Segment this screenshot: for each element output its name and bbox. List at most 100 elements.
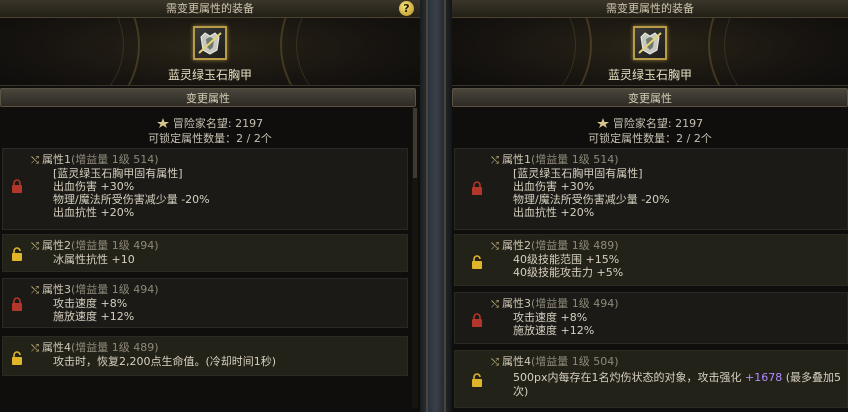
lockable-count: 可锁定属性数量：2 / 2个 [452,130,848,146]
attribute-lines: 500px内每存在1名灼伤状态的对象，攻击强化 +1678 (最多叠加5 次) [513,371,841,399]
attribute-lines: 冰属性抗性 +10 [53,253,135,266]
scrollbar[interactable] [412,108,418,408]
lockable-value: 2 / 2个 [236,132,272,145]
attribute-line: 次) [513,385,529,398]
lock-closed-icon[interactable] [471,313,483,327]
attribute-name: 属性4 [502,355,531,368]
fame-value: : 2197 [227,117,264,130]
shuffle-icon: ⤭ [491,357,499,368]
attribute-text: 500px内每存在1名灼伤状态的对象，攻击强化 [513,371,745,384]
attribute-lines: [蓝灵绿玉石胸甲固有属性] 出血伤害 +30% 物理/魔法所受伤害减少量 -20… [53,167,210,219]
attribute-line: 出血抗性 +20% [53,206,135,219]
change-attributes-header: 变更属性 [452,88,848,107]
shuffle-icon: ⤭ [31,343,39,354]
attribute-gain: (增益量 1级 504) [531,355,619,368]
lockable-label: 可锁定属性数量： [588,132,677,145]
chest-armor-icon[interactable] [633,26,667,60]
help-button[interactable]: ? [399,1,414,16]
attribute-line: 冰属性抗性 +10 [53,253,135,266]
fame-value: : 2197 [667,117,704,130]
equipment-area: 需变更属性的装备 ? 蓝灵绿玉石胸甲 [0,0,420,86]
lock-closed-icon[interactable] [11,179,23,193]
attribute-header: ⤭ 属性3(增益量 1级 494) [491,295,619,311]
attribute-gain: (增益量 1级 489) [531,239,619,252]
attribute-header: ⤭ 属性3(增益量 1级 494) [31,281,159,297]
attribute-header: ⤭ 属性4(增益量 1级 504) [491,353,619,369]
attribute-line: 40级技能攻击力 +5% [513,266,624,279]
attribute-text: (最多叠加5 [782,371,841,384]
fame-icon [156,117,169,131]
attribute-line: 攻击速度 +8% [53,297,128,310]
attribute-line: 攻击速度 +8% [513,311,588,324]
change-attributes-header: 变更属性 [0,88,416,107]
lock-closed-icon[interactable] [471,181,483,195]
attribute-name: 属性3 [502,297,531,310]
attribute-name: 属性1 [502,153,531,166]
lockable-label: 可锁定属性数量： [148,132,237,145]
right-panel: 需变更属性的装备 蓝灵绿玉石胸甲 变更属性 冒险家名望: 2197 可锁定属性数… [452,0,848,412]
attribute-name: 属性2 [502,239,531,252]
attribute-line: 出血抗性 +20% [513,206,595,219]
attribute-gain: (增益量 1级 514) [71,153,159,166]
equipment-name: 蓝灵绿玉石胸甲 [167,68,252,82]
shuffle-icon: ⤭ [491,299,499,310]
attribute-line: 物理/魔法所受伤害减少量 -20% [53,193,210,206]
attribute-name: 属性3 [42,283,71,296]
attribute-row-2: ⤭ 属性2(增益量 1级 494) 冰属性抗性 +10 [2,234,408,272]
panel-divider [420,0,452,412]
left-panel: 需变更属性的装备 ? 蓝灵绿玉石胸甲 变更属性 冒险家名望: 2197 可锁定属… [0,0,420,412]
lockable-count: 可锁定属性数量：2 / 2个 [0,130,420,146]
attribute-lines: 攻击速度 +8% 施放速度 +12% [53,297,134,323]
attribute-header: ⤭ 属性4(增益量 1级 489) [31,339,159,355]
attribute-name: 属性4 [42,341,71,354]
attribute-row-4: ⤭ 属性4(增益量 1级 504) 500px内每存在1名灼伤状态的对象，攻击强化… [454,350,848,408]
equipment-header-title: 需变更属性的装备 [0,0,420,18]
attribute-row-4: ⤭ 属性4(增益量 1级 489) 攻击时，恢复2,200点生命值。(冷却时间1秒… [2,336,408,376]
attribute-row-1: ⤭ 属性1(增益量 1级 514) [蓝灵绿玉石胸甲固有属性] 出血伤害 +30%… [454,148,848,230]
attribute-header: ⤭ 属性2(增益量 1级 489) [491,237,619,253]
attribute-row-2: ⤭ 属性2(增益量 1级 489) 40级技能范围 +15% 40级技能攻击力 +… [454,234,848,286]
attribute-line: [蓝灵绿玉石胸甲固有属性] [513,167,643,180]
equipment-area: 需变更属性的装备 蓝灵绿玉石胸甲 [452,0,848,86]
attribute-line: [蓝灵绿玉石胸甲固有属性] [53,167,183,180]
chest-armor-icon[interactable] [193,26,227,60]
scrollbar-thumb[interactable] [413,108,417,178]
attribute-header: ⤭ 属性2(增益量 1级 494) [31,237,159,253]
attribute-line: 物理/魔法所受伤害减少量 -20% [513,193,670,206]
attribute-line: 攻击时，恢复2,200点生命值。(冷却时间1秒) [53,355,277,368]
attribute-line: 施放速度 +12% [513,324,595,337]
attribute-gain: (增益量 1级 494) [71,239,159,252]
attribute-line: 出血伤害 +30% [513,180,595,193]
shuffle-icon: ⤭ [491,155,499,166]
fame-label: 冒险家名望 [172,117,228,130]
attribute-lines: 攻击速度 +8% 施放速度 +12% [513,311,594,337]
shuffle-icon: ⤭ [31,241,39,252]
attribute-row-1: ⤭ 属性1(增益量 1级 514) [蓝灵绿玉石胸甲固有属性] 出血伤害 +30%… [2,148,408,230]
fame-icon [596,117,609,131]
attribute-gain: (增益量 1级 514) [531,153,619,166]
attribute-line: 40级技能范围 +15% [513,253,620,266]
lockable-value: 2 / 2个 [676,132,712,145]
attribute-header: ⤭ 属性1(增益量 1级 514) [31,151,159,167]
lock-closed-icon[interactable] [11,297,23,311]
equipment-header-title: 需变更属性的装备 [452,0,848,18]
attribute-name: 属性1 [42,153,71,166]
attribute-lines: 攻击时，恢复2,200点生命值。(冷却时间1秒) [53,355,276,368]
attribute-gain: (增益量 1级 489) [71,341,159,354]
attribute-line: 施放速度 +12% [53,310,135,323]
equipment-name: 蓝灵绿玉石胸甲 [607,68,692,82]
shuffle-icon: ⤭ [31,285,39,296]
lock-open-icon[interactable] [11,247,23,261]
shuffle-icon: ⤭ [31,155,39,166]
attribute-line: 500px内每存在1名灼伤状态的对象，攻击强化 +1678 (最多叠加5 [513,371,841,385]
attribute-gain: (增益量 1级 494) [71,283,159,296]
attribute-lines: 40级技能范围 +15% 40级技能攻击力 +5% [513,253,623,279]
lock-open-icon[interactable] [11,351,23,365]
attribute-gain: (增益量 1级 494) [531,297,619,310]
shuffle-icon: ⤭ [491,241,499,252]
fame-label: 冒险家名望 [612,117,668,130]
adventurer-fame: 冒险家名望: 2197 [0,115,420,131]
lock-open-icon[interactable] [471,255,483,269]
attribute-name: 属性2 [42,239,71,252]
lock-open-icon[interactable] [471,373,483,387]
